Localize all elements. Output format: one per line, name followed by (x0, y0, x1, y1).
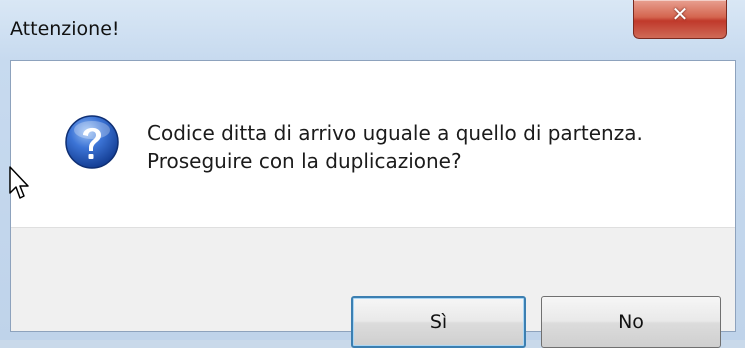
button-bar: Sì No (11, 227, 735, 348)
message-line-2: Proseguire con la duplicazione? (147, 149, 462, 173)
question-icon (65, 115, 119, 169)
message-area: Codice ditta di arrivo uguale a quello d… (11, 61, 735, 227)
window-title: Attenzione! (10, 18, 120, 40)
no-button[interactable]: No (541, 296, 721, 348)
dialog-body: Codice ditta di arrivo uguale a quello d… (10, 60, 736, 348)
message-line-1: Codice ditta di arrivo uguale a quello d… (147, 121, 643, 145)
dialog-message: Codice ditta di arrivo uguale a quello d… (147, 119, 643, 175)
mouse-cursor-icon (9, 166, 29, 199)
yes-button[interactable]: Sì (351, 296, 526, 348)
close-icon: ✕ (671, 2, 689, 26)
dialog-window: Attenzione! ✕ Codice ditta di arrivo ugu… (0, 0, 745, 348)
close-button[interactable]: ✕ (633, 0, 727, 39)
